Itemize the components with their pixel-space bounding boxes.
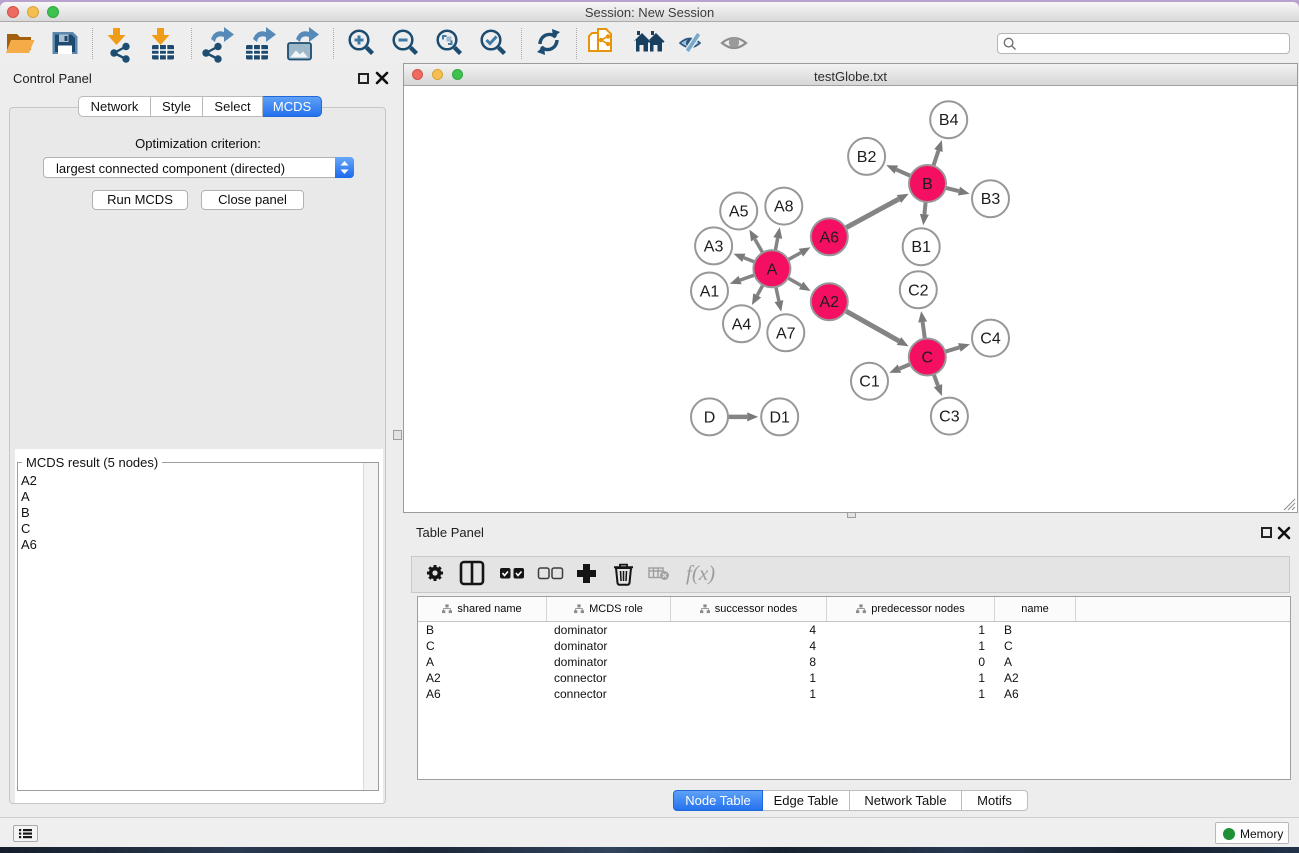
svg-text:A7: A7 [776, 325, 796, 342]
svg-text:B2: B2 [857, 149, 877, 166]
svg-text:C: C [922, 350, 934, 367]
svg-text:D: D [704, 409, 716, 426]
svg-text:A4: A4 [732, 316, 752, 333]
svg-text:C2: C2 [908, 282, 929, 299]
svg-text:C3: C3 [939, 409, 960, 426]
svg-text:C1: C1 [859, 374, 880, 391]
svg-text:B1: B1 [911, 239, 931, 256]
svg-text:B3: B3 [981, 191, 1001, 208]
svg-text:B: B [922, 176, 933, 193]
svg-text:D1: D1 [769, 409, 790, 426]
svg-text:A6: A6 [820, 229, 840, 246]
svg-text:A8: A8 [774, 199, 794, 216]
svg-text:A2: A2 [820, 294, 840, 311]
svg-text:C4: C4 [980, 331, 1001, 348]
svg-text:A1: A1 [700, 284, 720, 301]
svg-text:A3: A3 [704, 238, 724, 255]
svg-text:f(x): f(x) [686, 561, 715, 585]
svg-text:A5: A5 [729, 204, 749, 221]
svg-text:A: A [767, 261, 778, 278]
svg-text:B4: B4 [939, 112, 959, 129]
